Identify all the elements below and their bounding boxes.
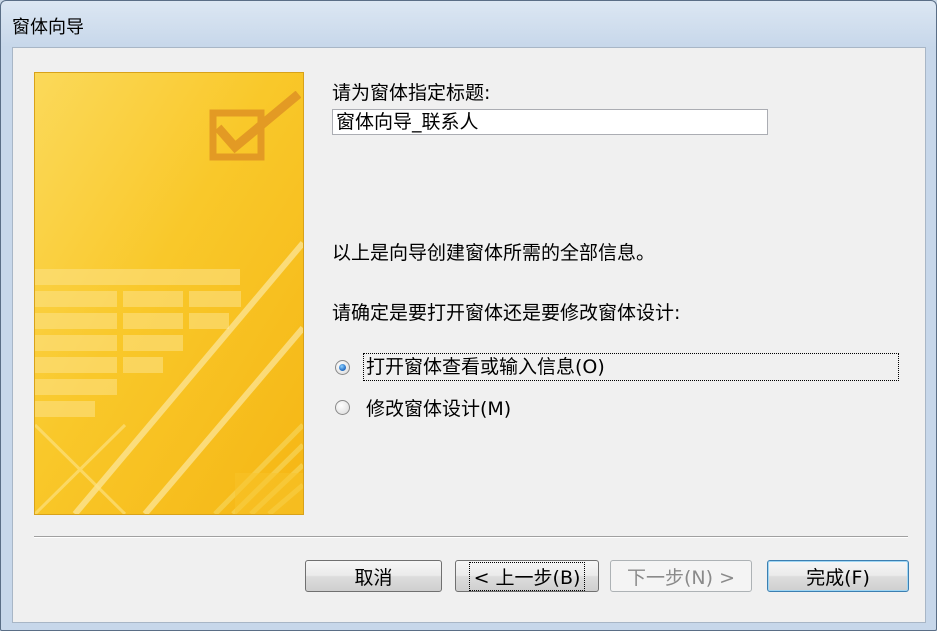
info-text: 以上是向导创建窗体所需的全部信息。 bbox=[332, 242, 656, 264]
option-modify-design[interactable]: 修改窗体设计(M) bbox=[335, 393, 514, 421]
wizard-client-area: 请为窗体指定标题: 窗体向导_联系人 以上是向导创建窗体所需的全部信息。 请确定… bbox=[12, 47, 926, 623]
radio-open-form[interactable] bbox=[335, 359, 350, 375]
choice-prompt-label: 请确定是要打开窗体还是要修改窗体设计: bbox=[332, 302, 681, 324]
wizard-side-image bbox=[34, 72, 304, 515]
back-button-label: < 上一步(B) bbox=[468, 561, 586, 591]
title-prompt-label: 请为窗体指定标题: bbox=[332, 82, 491, 104]
option-open-form[interactable]: 打开窗体查看或输入信息(O) bbox=[335, 353, 899, 381]
window-title: 窗体向导 bbox=[12, 17, 84, 38]
finish-button[interactable]: 完成(F) bbox=[767, 560, 909, 592]
form-title-input[interactable]: 窗体向导_联系人 bbox=[332, 109, 768, 135]
cancel-button[interactable]: 取消 bbox=[305, 560, 442, 592]
back-button[interactable]: < 上一步(B) bbox=[455, 560, 599, 592]
button-separator bbox=[34, 536, 908, 538]
title-bar[interactable]: 窗体向导 bbox=[1, 1, 936, 46]
next-button[interactable]: 下一步(N) > bbox=[610, 560, 752, 592]
checkbox-checked-icon bbox=[209, 91, 301, 161]
wizard-window: 窗体向导 请为窗体指定标题: 窗体向导_联系人 以上是向导创建窗体所需的全部信息… bbox=[0, 0, 937, 631]
radio-modify-design[interactable] bbox=[335, 399, 350, 415]
option-open-form-label: 打开窗体查看或输入信息(O) bbox=[363, 353, 899, 381]
option-modify-design-label: 修改窗体设计(M) bbox=[366, 397, 512, 420]
